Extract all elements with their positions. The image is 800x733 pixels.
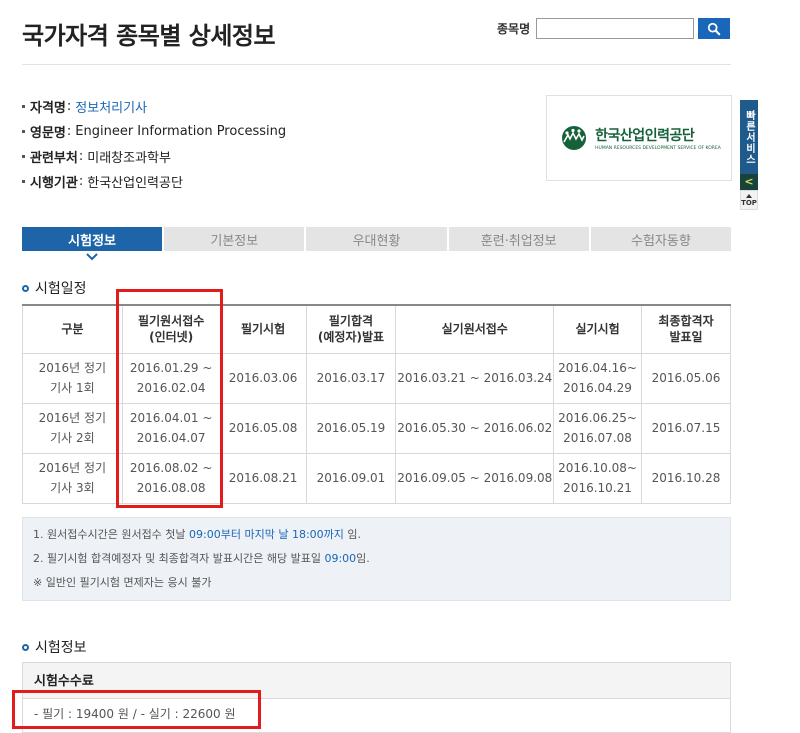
header-divider: [22, 64, 731, 65]
info-value: 미래창조과학부: [87, 151, 171, 166]
info-key: 관련부처: [30, 151, 78, 166]
search-label: 종목명: [497, 22, 531, 36]
note-line: 2. 필기시험 합격예정자 및 최종합격자 발표시간은 해당 발표일 09:00…: [33, 552, 370, 565]
info-row-english: 영문명 : Engineer Information Processing: [22, 119, 286, 144]
info-key: 영문명: [30, 126, 66, 141]
agency-logo-subtext: HUMAN RESOURCES DEVELOPMENT SERVICE OF K…: [595, 146, 721, 151]
qualification-info: 자격명 : 정보처리기사 영문명 : Engineer Information …: [22, 94, 286, 194]
agency-logo-icon: [562, 126, 587, 150]
cell-practical-application: 2016.09.05 ~ 2016.09.08: [395, 452, 555, 504]
info-row-agency: 시행기관 : 한국산업인력공단: [22, 169, 286, 194]
info-sep: :: [78, 149, 84, 164]
cell-category: 2016년 정기 기사 3회: [22, 452, 123, 504]
agency-logo-box: 한국산업인력공단 HUMAN RESOURCES DEVELOPMENT SER…: [546, 95, 732, 181]
cell-final-result: 2016.10.28: [641, 452, 731, 504]
highlight-box-written-application: [116, 289, 223, 508]
info-sep: :: [66, 124, 72, 139]
cell-category: 2016년 정기 기사 1회: [22, 352, 123, 404]
cell-practical-exam: 2016.10.08~ 2016.10.21: [553, 452, 643, 504]
col-header-written-result: 필기합격 (예정자)발표: [305, 304, 397, 354]
search-icon: [708, 22, 721, 35]
info-key: 자격명: [30, 101, 66, 116]
schedule-title: 시험일정: [35, 281, 87, 297]
cell-final-result: 2016.07.15: [641, 402, 731, 454]
col-header-practical-exam: 실기시험: [553, 304, 643, 354]
heading-bullet-icon: [22, 284, 29, 292]
scroll-top-button[interactable]: TOP: [740, 190, 758, 210]
schedule-notes: 1. 원서접수시간은 원서접수 첫날 09:00부터 마지막 날 18:00까지…: [22, 517, 731, 601]
cell-written-exam: 2016.08.21: [219, 452, 307, 504]
info-row-ministry: 관련부처 : 미래창조과학부: [22, 144, 286, 169]
cell-practical-application: 2016.05.30 ~ 2016.06.02: [395, 402, 555, 454]
search-input[interactable]: [536, 18, 695, 39]
tab-bar: 시험정보 기본정보 우대현황 훈련·취업정보 수험자동향: [22, 227, 732, 251]
col-header-written-exam: 필기시험: [219, 304, 307, 354]
info-value: 한국산업인력공단: [87, 176, 183, 191]
bullet: [22, 155, 25, 158]
tab-training-employment[interactable]: 훈련·취업정보: [448, 227, 591, 251]
info-row-name: 자격명 : 정보처리기사: [22, 94, 286, 119]
search-bar: 종목명: [497, 18, 731, 39]
tab-candidate-trends[interactable]: 수험자동향: [590, 227, 732, 251]
scroll-top-label: TOP: [741, 199, 757, 207]
cell-category: 2016년 정기 기사 2회: [22, 402, 123, 454]
cell-written-result: 2016.03.17: [305, 352, 397, 404]
tab-exam-info[interactable]: 시험정보: [22, 227, 165, 251]
exam-info-title: 시험정보: [35, 640, 87, 656]
cell-written-exam: 2016.03.06: [219, 352, 307, 404]
schedule-heading: 시험일정: [22, 278, 87, 298]
chevron-down-icon: [86, 253, 98, 261]
bullet: [22, 180, 25, 183]
cell-final-result: 2016.05.06: [641, 352, 731, 404]
agency-logo: 한국산업인력공단 HUMAN RESOURCES DEVELOPMENT SER…: [557, 125, 721, 151]
cell-practical-exam: 2016.04.16~ 2016.04.29: [553, 352, 643, 404]
tab-basic-info[interactable]: 기본정보: [164, 227, 307, 251]
col-header-practical-application: 실기원서접수: [395, 304, 555, 354]
col-header-category: 구분: [22, 304, 123, 354]
cell-practical-exam: 2016.06.25~ 2016.07.08: [553, 402, 643, 454]
cell-written-result: 2016.09.01: [305, 452, 397, 504]
note-line: ※ 일반인 필기시험 면제자는 응시 불가: [33, 576, 212, 589]
page-title: 국가자격 종목별 상세정보: [22, 22, 276, 50]
info-key: 시행기관: [30, 176, 78, 191]
search-button[interactable]: [698, 18, 731, 39]
qualification-name-link[interactable]: 정보처리기사: [75, 97, 147, 116]
cell-practical-application: 2016.03.21 ~ 2016.03.24: [395, 352, 555, 404]
col-header-final-result: 최종합격자 발표일: [641, 304, 731, 354]
cell-written-exam: 2016.05.08: [219, 402, 307, 454]
agency-logo-text: 한국산업인력공단: [595, 128, 695, 144]
quick-service-button[interactable]: 빠른서비스: [740, 100, 758, 174]
note-line: 1. 원서접수시간은 원서접수 첫날 09:00부터 마지막 날 18:00까지…: [33, 528, 362, 541]
info-value: Engineer Information Processing: [75, 124, 287, 139]
highlight-box-exam-fee: [12, 690, 261, 729]
bullet: [22, 130, 25, 133]
quick-menu-toggle[interactable]: <: [740, 174, 758, 190]
info-sep: :: [78, 174, 84, 189]
exam-info-heading: 시험정보: [22, 637, 87, 657]
arrow-up-icon: [746, 194, 752, 198]
heading-bullet-icon: [22, 643, 29, 651]
tab-preference[interactable]: 우대현황: [306, 227, 449, 251]
bullet: [22, 105, 25, 108]
cell-written-result: 2016.05.19: [305, 402, 397, 454]
info-sep: :: [66, 99, 72, 114]
